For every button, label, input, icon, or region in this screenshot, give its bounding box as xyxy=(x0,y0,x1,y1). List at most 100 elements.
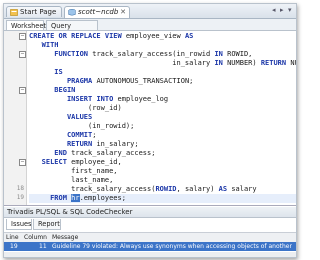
code-text: first_name, xyxy=(29,167,118,175)
sql-keyword: COMMIT xyxy=(66,131,93,139)
code-line[interactable]: BEGIN xyxy=(29,86,75,95)
column-header-message[interactable]: Message xyxy=(52,233,78,242)
code-line[interactable]: (row_id) xyxy=(29,104,122,113)
tab-issues[interactable]: Issues xyxy=(6,219,32,230)
code-line[interactable]: IS xyxy=(29,68,62,77)
code-line[interactable]: END track_salary_access; xyxy=(29,149,155,158)
tab-report[interactable]: Report xyxy=(33,219,61,230)
code-text: employee_id, xyxy=(66,158,122,166)
sql-keyword: FUNCTION xyxy=(54,50,89,58)
sql-keyword: END xyxy=(54,149,67,157)
sql-keyword: RETURN xyxy=(260,59,287,67)
tab-scott-ncdb[interactable]: scott~ncdb ✕ xyxy=(64,6,130,18)
fold-toggle-icon[interactable]: − xyxy=(19,33,26,40)
code-line[interactable]: first_name, xyxy=(29,167,118,176)
code-text: salary xyxy=(227,185,257,193)
sql-keyword: CREATE OR REPLACE VIEW xyxy=(29,32,122,40)
code-area[interactable]: CREATE OR REPLACE VIEW employee_view AS … xyxy=(29,31,296,205)
code-line[interactable]: last_name, xyxy=(29,176,113,185)
tab-start-page-label: Start Page xyxy=(20,8,57,16)
line-number: 18 xyxy=(16,185,24,192)
issue-row[interactable]: 19 11 Guideline 79 violated: Always use … xyxy=(4,242,296,251)
sql-keyword: FROM xyxy=(50,194,67,202)
database-worksheet-icon xyxy=(68,9,76,16)
fold-toggle-icon[interactable]: − xyxy=(19,159,26,166)
close-tab-icon[interactable]: ✕ xyxy=(120,7,126,18)
tab-scroll-right-icon[interactable]: ▸ xyxy=(280,6,284,14)
code-text: track_salary_access(in_rowid xyxy=(88,50,215,58)
column-header-column[interactable]: Column xyxy=(24,233,47,242)
line-number: 19 xyxy=(16,194,24,201)
tab-start-page[interactable]: Start Page xyxy=(6,6,62,17)
sql-keyword: AS xyxy=(184,32,194,40)
tab-scroll-left-icon[interactable]: ◂ xyxy=(272,6,276,14)
sql-keyword: VALUES xyxy=(66,113,93,121)
code-text: track_salary_access( xyxy=(29,185,156,193)
code-text: AUTONOMOUS_TRANSACTION; xyxy=(92,77,194,85)
code-line[interactable]: COMMIT; xyxy=(29,131,97,140)
sql-keyword: IN xyxy=(214,50,223,58)
code-line[interactable]: VALUES xyxy=(29,113,92,122)
sql-keyword: BEGIN xyxy=(54,86,76,94)
sql-keyword: INSERT INTO xyxy=(66,95,114,103)
tab-scott-ncdb-label: scott~ncdb xyxy=(78,8,119,16)
code-text: .employees; xyxy=(79,194,126,202)
editor-gutter: − − − − 18 19 xyxy=(4,31,27,205)
code-line[interactable]: PRAGMA AUTONOMOUS_TRANSACTION; xyxy=(29,77,193,86)
codechecker-tabs: Issues Report xyxy=(4,219,296,230)
code-line[interactable]: RETURN in_salary; xyxy=(29,140,139,149)
code-text: employee_view xyxy=(121,32,185,40)
sql-keyword: SELECT xyxy=(41,158,67,166)
fold-toggle-icon[interactable]: − xyxy=(19,51,26,58)
code-text: in_salary; xyxy=(92,140,139,148)
code-text: NUMBER) xyxy=(222,59,261,67)
code-text: (row_id) xyxy=(29,104,122,112)
tab-query-builder[interactable]: Query Builder xyxy=(46,20,98,40)
issue-line: 19 xyxy=(10,243,18,250)
codechecker-panel-title: Trivadis PL/SQL & SQL CodeChecker xyxy=(4,207,296,218)
code-text: (in_rowid); xyxy=(29,122,135,130)
code-line[interactable]: SELECT employee_id, xyxy=(29,158,122,167)
code-text: track_salary_access; xyxy=(66,149,156,157)
fold-toggle-icon[interactable]: − xyxy=(19,87,26,94)
code-line[interactable]: track_salary_access(ROWID, salary) AS sa… xyxy=(29,185,257,194)
sql-keyword: RETURN xyxy=(66,140,93,148)
code-text: NUMBER xyxy=(290,59,296,67)
sql-keyword: PRAGMA xyxy=(66,77,93,85)
sql-editor[interactable]: − − − − 18 19 CREATE OR REPLACE VIEW emp… xyxy=(4,31,296,206)
code-text: in_salary xyxy=(29,59,215,67)
code-line[interactable]: CREATE OR REPLACE VIEW employee_view AS xyxy=(29,32,193,41)
code-line[interactable]: INSERT INTO employee_log xyxy=(29,95,168,104)
sql-keyword: IN xyxy=(214,59,223,67)
tab-list-icon[interactable]: ▾ xyxy=(288,6,292,14)
document-tab-bar: Start Page scott~ncdb ✕ ◂ ▸ ▾ xyxy=(4,4,296,19)
code-text: ; xyxy=(92,131,97,139)
code-text: , salary) xyxy=(176,185,219,193)
code-text: employee_log xyxy=(113,95,169,103)
code-text: last_name, xyxy=(29,176,114,184)
horizontal-scrollbar[interactable] xyxy=(4,252,296,257)
code-line[interactable]: FUNCTION track_salary_access(in_rowid IN… xyxy=(29,50,252,59)
issue-column: 11 xyxy=(39,243,47,250)
code-line[interactable]: WITH xyxy=(29,41,59,50)
code-line[interactable]: FROM hr.employees; xyxy=(29,194,296,203)
sql-keyword: WITH xyxy=(41,41,59,49)
column-header-line[interactable]: Line xyxy=(6,233,19,242)
code-line[interactable]: (in_rowid); xyxy=(29,122,134,131)
tab-worksheet[interactable]: Worksheet xyxy=(6,20,46,30)
code-line[interactable]: in_salary IN NUMBER) RETURN NUMBER xyxy=(29,59,296,68)
sql-keyword: ROWID xyxy=(155,185,177,193)
sql-keyword: AS xyxy=(218,185,228,193)
start-page-icon xyxy=(10,9,18,16)
